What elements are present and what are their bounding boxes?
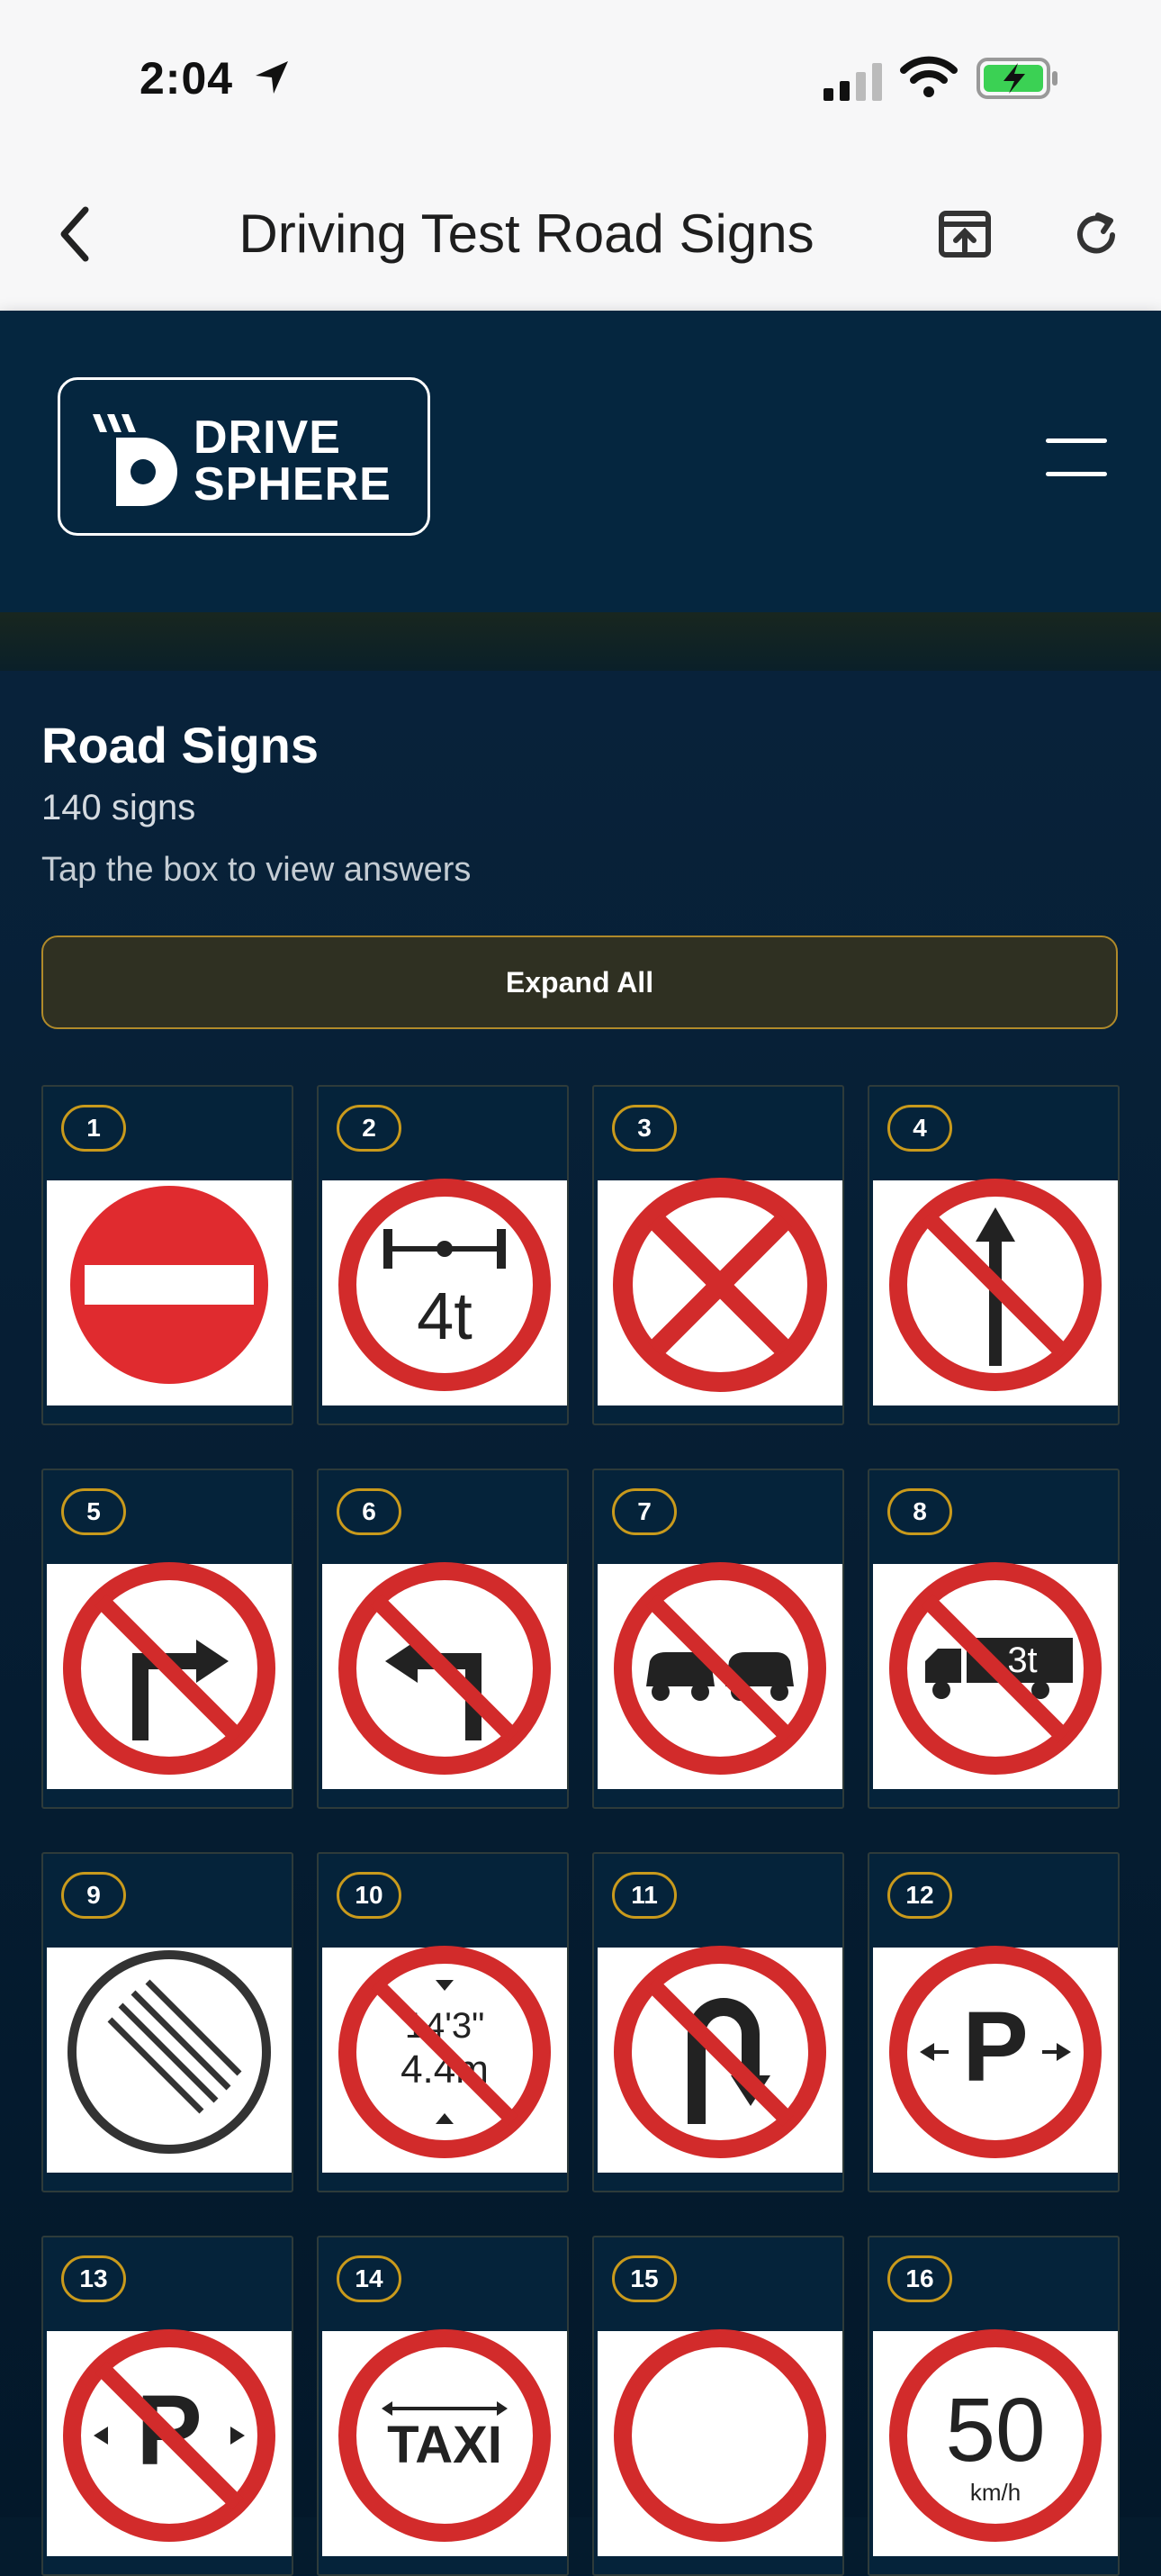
sign-count: 140 signs (41, 788, 196, 827)
sign-number-badge: 15 (612, 2255, 677, 2302)
hamburger-menu-icon[interactable] (1046, 438, 1107, 484)
no-entry-icon (70, 1186, 268, 1384)
location-arrow-icon (256, 61, 288, 94)
sign-number-badge: 3 (612, 1105, 677, 1152)
status-bar: 2:04 (0, 0, 1161, 158)
header-divider-strip (0, 612, 1161, 671)
sign-number-badge: 1 (61, 1105, 126, 1152)
sign-card-9[interactable]: 9 (41, 1852, 293, 2192)
no-straight-ahead-icon (889, 1179, 1102, 1391)
page-title: Road Signs (41, 717, 320, 773)
wifi-icon (900, 56, 958, 97)
logo-line-1: DRIVE (194, 411, 341, 464)
drivesphere-logo[interactable]: DRIVE SPHERE (58, 377, 430, 536)
taxi-icon: TAXI (338, 2329, 551, 2542)
sign-card-15[interactable]: 15 (592, 2236, 844, 2576)
sign-number-badge: 7 (612, 1488, 677, 1535)
sign-text: P (962, 1992, 1028, 2102)
no-parking-icon: P (63, 2329, 275, 2542)
drivesphere-d-mark-icon (93, 414, 177, 506)
sign-image: 3t (873, 1562, 1118, 1789)
sign-number-badge: 5 (61, 1488, 126, 1535)
sign-card-3[interactable]: 3 (592, 1085, 844, 1425)
sign-text-secondary: km/h (970, 2479, 1021, 2506)
cellular-signal-icon (824, 63, 882, 101)
sign-image (598, 1178, 842, 1406)
sign-text: 50 (945, 2380, 1045, 2481)
sign-image (47, 1562, 292, 1789)
sign-card-13[interactable]: 13 P (41, 2236, 293, 2576)
sign-image (873, 1179, 1118, 1406)
parking-icon: P (889, 1946, 1102, 2158)
end-of-restriction-icon (68, 1950, 271, 2154)
no-vehicles-icon (614, 2329, 826, 2542)
sign-card-5[interactable]: 5 (41, 1469, 293, 1809)
sign-text: 4t (417, 1279, 472, 1353)
road-signs-section: Road Signs 140 signs Tap the box to view… (0, 671, 1161, 2576)
sign-number-badge: 12 (887, 1872, 952, 1919)
sign-image: 14'3" 4.4m (322, 1946, 567, 2173)
speed-limit-50-icon: 50 km/h (889, 2329, 1102, 2542)
sign-card-16[interactable]: 16 50 km/h (868, 2236, 1120, 2576)
reload-icon[interactable] (1071, 210, 1121, 260)
sign-card-2[interactable]: 2 4t (317, 1085, 569, 1425)
sign-number-badge: 4 (887, 1105, 952, 1152)
site-header: DRIVE SPHERE (0, 311, 1161, 612)
axle-weight-4t-icon: 4t (338, 1179, 551, 1391)
sign-card-6[interactable]: 6 (317, 1469, 569, 1809)
sign-image: P (873, 1946, 1118, 2173)
hint-text: Tap the box to view answers (41, 851, 472, 889)
status-time: 2:04 (140, 53, 234, 104)
logo-line-2: SPHERE (194, 458, 392, 511)
sign-number-badge: 9 (61, 1872, 126, 1919)
sign-number-badge: 6 (337, 1488, 401, 1535)
no-trucks-3t-icon: 3t (889, 1562, 1102, 1775)
sign-number-badge: 16 (887, 2255, 952, 2302)
sign-card-10[interactable]: 10 14'3" 4.4m (317, 1852, 569, 2192)
sign-card-7[interactable]: 7 (592, 1469, 844, 1809)
sign-image: 50 km/h (873, 2329, 1118, 2556)
no-u-turn-icon (614, 1946, 826, 2158)
sign-image: 4t (322, 1179, 567, 1406)
battery-charging-icon (976, 58, 1058, 99)
sign-image (598, 1946, 842, 2173)
no-left-turn-icon (338, 1562, 551, 1775)
sign-image (322, 1562, 567, 1789)
sign-number-badge: 8 (887, 1488, 952, 1535)
no-stopping-icon (613, 1178, 827, 1392)
expand-all-button[interactable]: Expand All (41, 935, 1118, 1029)
no-overtaking-icon (614, 1562, 826, 1775)
sign-number-badge: 11 (612, 1872, 677, 1919)
sign-card-14[interactable]: 14 TAXI (317, 2236, 569, 2576)
sign-card-11[interactable]: 11 (592, 1852, 844, 2192)
sign-card-12[interactable]: 12 P (868, 1852, 1120, 2192)
height-limit-icon: 14'3" 4.4m (338, 1946, 551, 2158)
sign-number-badge: 13 (61, 2255, 126, 2302)
sign-image (598, 1562, 842, 1789)
sign-number-badge: 2 (337, 1105, 401, 1152)
nav-title: Driving Test Road Signs (238, 203, 814, 264)
sign-image (598, 2329, 842, 2556)
sign-card-8[interactable]: 8 3t (868, 1469, 1120, 1809)
no-right-turn-icon (63, 1562, 275, 1775)
sign-image (47, 1948, 292, 2173)
open-in-browser-icon[interactable] (938, 210, 992, 260)
sign-card-4[interactable]: 4 (868, 1085, 1120, 1425)
sign-image: TAXI (322, 2329, 567, 2556)
sign-image: P (47, 2329, 292, 2556)
sign-image (47, 1180, 292, 1406)
sign-text: TAXI (387, 2416, 502, 2474)
sign-number-badge: 10 (337, 1872, 401, 1919)
logo-text: DRIVE SPHERE (194, 414, 392, 508)
sign-number-badge: 14 (337, 2255, 401, 2302)
sign-card-1[interactable]: 1 (41, 1085, 293, 1425)
browser-nav-bar: Driving Test Road Signs (0, 158, 1161, 312)
